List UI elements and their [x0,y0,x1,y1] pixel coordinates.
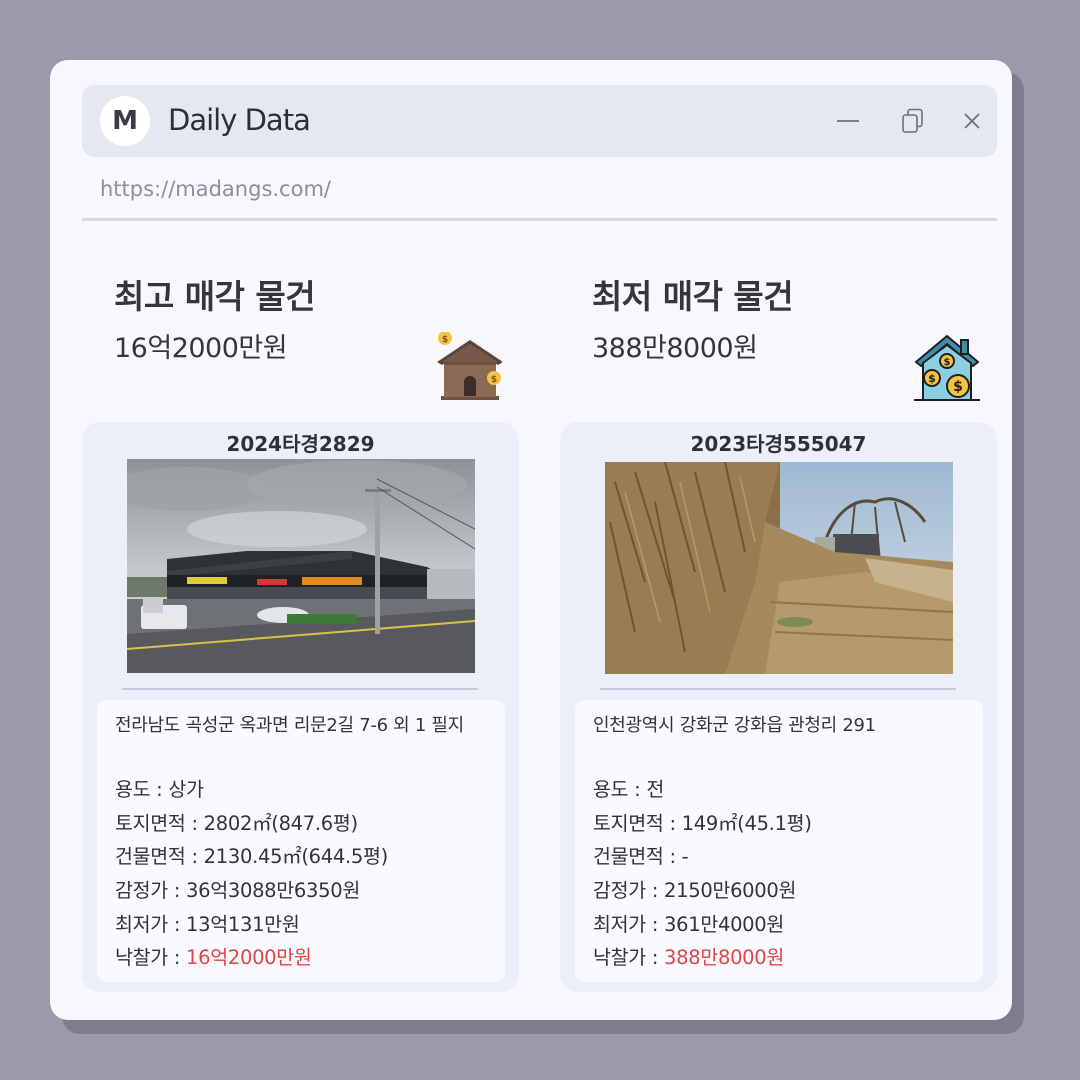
svg-text:$: $ [442,335,448,345]
minimum-price-row: 최저가 : 361만4000원 [593,912,785,936]
land-area-value: 2802㎡(847.6평) [203,811,359,835]
house-dollar-icon: $ $ [437,332,502,400]
usage-row: 용도 : 상가 [115,778,204,801]
highest-heading: 최고 매각 물건 [114,277,316,316]
property-address: 인천광역시 강화군 강화읍 관청리 291 [593,715,876,736]
svg-text:$: $ [491,375,497,385]
appraisal-value: 36억3088만6350원 [186,879,360,903]
copy-icon[interactable] [898,107,926,135]
building-area-value: - [681,845,689,869]
info-panel: 전라남도 곡성군 옥과면 리문2길 7-6 외 1 필지 용도 : 상가 토지면… [97,700,505,982]
property-photo [127,459,475,673]
appraisal-row: 감정가 : 2150만6000원 [593,879,797,903]
minimize-icon[interactable] [834,107,862,135]
svg-text:$: $ [928,372,936,385]
header-divider [82,218,997,221]
usage-value: 상가 [168,778,204,801]
url-text[interactable]: https://madangs.com/ [100,177,331,201]
winning-bid-row: 낙찰가 : 16억2000만원 [115,946,312,970]
lowest-card[interactable]: 2023타경555047 인천광역시 강화군 강화읍 관청리 291 용도: … [560,422,997,992]
building-area-row: 건물면적 : - [593,845,689,869]
highest-price: 16억2000만원 [114,333,288,364]
winning-bid-row: 낙찰가 : 388만8000원 [593,946,785,970]
property-address: 전라남도 곡성군 옥과면 리문2길 7-6 외 1 필지 [115,715,464,736]
lowest-heading: 최저 매각 물건 [592,277,794,316]
close-icon[interactable] [958,107,986,135]
card-divider [600,688,956,690]
lowest-price: 388만8000원 [592,333,758,364]
usage-value: 전 [646,778,664,801]
app-logo: M [100,96,150,146]
case-number: 2024타경2829 [226,432,375,456]
highest-card[interactable]: 2024타경2829 전라남도 곡성군 옥과면 리문2길 7-6 외 1 필지 … [82,422,519,992]
title-bar: M Daily Data [82,85,997,157]
minimum-price-row: 최저가 : 13억131만원 [115,912,300,936]
building-area-value: 2130.45㎡(644.5평) [203,845,389,869]
usage-row: 용도 : 전 [593,778,664,801]
appraisal-value: 2150만6000원 [664,879,797,903]
land-area-value: 149㎡(45.1평) [681,811,812,835]
case-number: 2023타경555047 [690,432,867,456]
property-photo [605,462,953,674]
app-window: M Daily Data https://madangs.com/ 최고 매각 … [50,60,1012,1020]
winning-bid-value: 388만8000원 [664,946,785,970]
land-area-row: 토지면적 : 2802㎡(847.6평) [115,811,359,835]
building-area-row: 건물면적 : 2130.45㎡(644.5평) [115,845,389,869]
minimum-price-value: 361만4000원 [664,912,785,936]
app-title: Daily Data [168,103,311,137]
minimum-price-value: 13억131만원 [186,912,300,936]
winning-bid-value: 16억2000만원 [186,946,312,970]
house-coins-icon: $ $ $ [914,335,980,401]
land-area-row: 토지면적 : 149㎡(45.1평) [593,811,812,835]
info-panel: 인천광역시 강화군 강화읍 관청리 291 용도 : 전 토지면적 : 149㎡… [575,700,983,982]
svg-text:$: $ [944,357,951,368]
appraisal-row: 감정가 : 36억3088만6350원 [115,879,360,903]
card-divider [122,688,478,690]
svg-text:$: $ [953,379,963,395]
